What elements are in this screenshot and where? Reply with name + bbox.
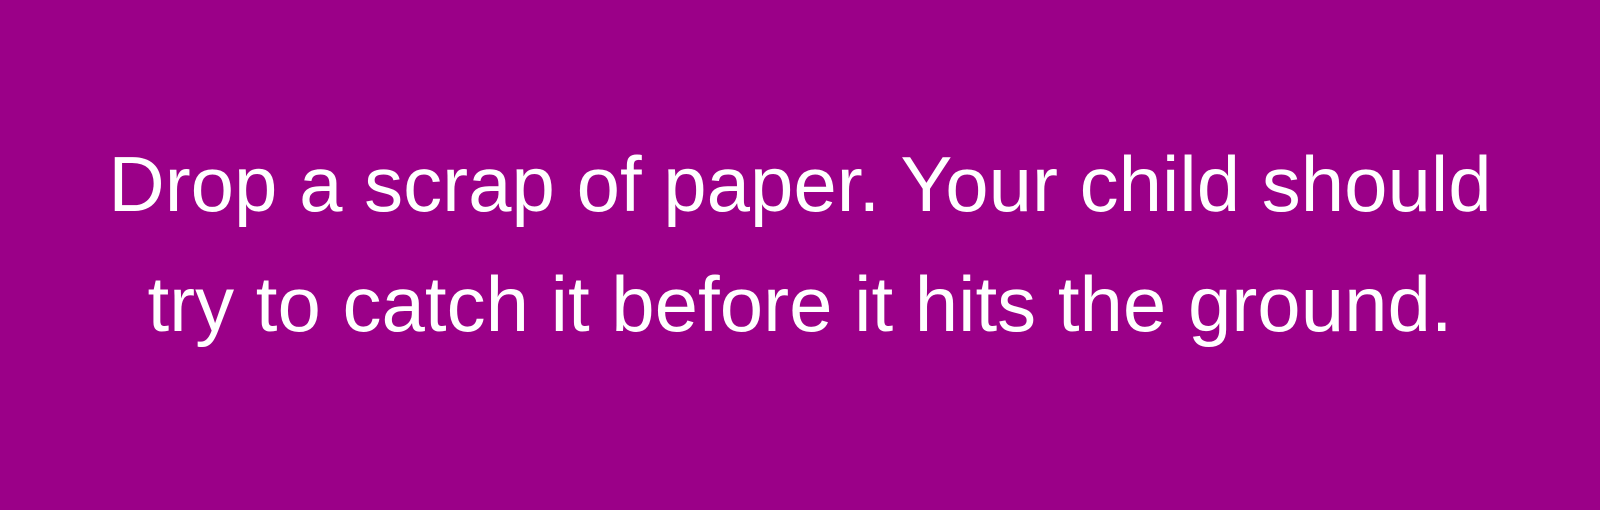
instruction-text-line-2: try to catch it before it hits the groun… [147, 260, 1453, 348]
instruction-text-line-1: Drop a scrap of paper. Your child should [108, 140, 1492, 228]
instruction-card: Drop a scrap of paper. Your child should… [0, 0, 1600, 510]
